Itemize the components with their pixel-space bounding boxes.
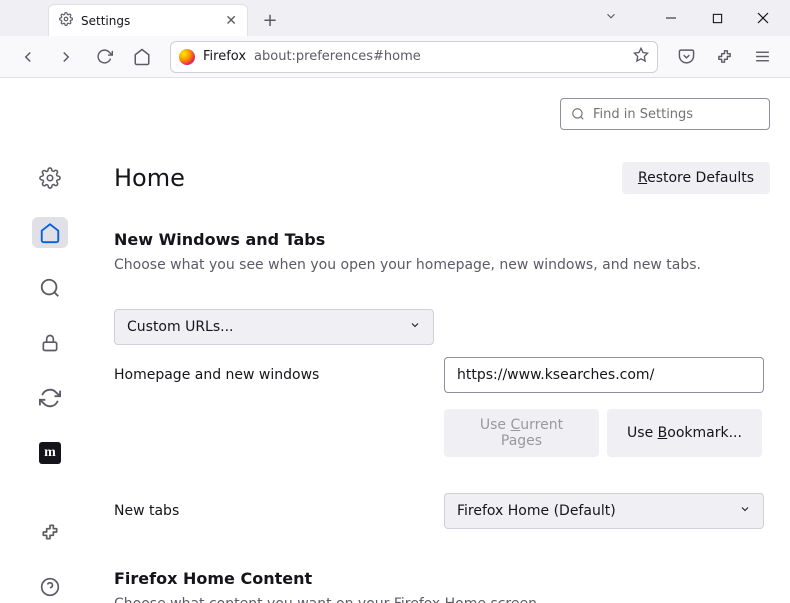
sidebar-item-home[interactable]	[32, 217, 68, 248]
sidebar-item-extensions[interactable]	[32, 517, 68, 548]
window-controls	[648, 4, 786, 32]
home-button[interactable]	[126, 41, 158, 73]
tab-title: Settings	[81, 14, 130, 28]
content-area: m Find in Settings Home Restore Defaults…	[0, 78, 790, 603]
section-desc-new-windows: Choose what you see when you open your h…	[114, 257, 770, 273]
forward-button[interactable]	[50, 41, 82, 73]
chevron-down-icon	[409, 319, 421, 335]
search-placeholder: Find in Settings	[593, 107, 693, 122]
newtabs-select[interactable]: Firefox Home (Default)	[444, 493, 764, 529]
extensions-button[interactable]	[708, 41, 740, 73]
minimize-button[interactable]	[648, 4, 694, 32]
star-icon[interactable]	[633, 47, 649, 67]
newtabs-value: Firefox Home (Default)	[457, 503, 616, 519]
sidebar-item-help[interactable]	[32, 572, 68, 603]
newtabs-label: New tabs	[114, 503, 444, 519]
sidebar-item-search[interactable]	[32, 272, 68, 303]
toolbar: Firefox about:preferences#home	[0, 36, 790, 78]
sidebar-item-sync[interactable]	[32, 383, 68, 414]
section-heading-home-content: Firefox Home Content	[114, 569, 770, 588]
url-bar[interactable]: Firefox about:preferences#home	[170, 41, 658, 73]
url-brand: Firefox	[203, 49, 246, 64]
close-window-button[interactable]	[740, 4, 786, 32]
sidebar: m	[0, 78, 100, 603]
pocket-button[interactable]	[670, 41, 702, 73]
page-title: Home	[114, 164, 185, 192]
homepage-mode-value: Custom URLs...	[127, 319, 234, 335]
sidebar-item-general[interactable]	[32, 162, 68, 193]
restore-defaults-button[interactable]: Restore Defaults	[622, 162, 770, 194]
tabs-dropdown-icon[interactable]	[604, 8, 618, 27]
close-icon[interactable]: ✕	[225, 13, 237, 29]
main-panel: Find in Settings Home Restore Defaults N…	[100, 78, 790, 603]
gear-icon	[59, 12, 73, 29]
sidebar-item-privacy[interactable]	[32, 327, 68, 358]
section-desc-home-content: Choose what content you want on your Fir…	[114, 596, 770, 603]
new-tab-button[interactable]: +	[256, 6, 284, 34]
homepage-url-input[interactable]	[444, 357, 764, 393]
chevron-down-icon	[739, 503, 751, 519]
maximize-button[interactable]	[694, 4, 740, 32]
firefox-logo-icon	[179, 49, 195, 65]
find-in-settings-input[interactable]: Find in Settings	[560, 98, 770, 130]
section-heading-new-windows: New Windows and Tabs	[114, 230, 770, 249]
url-text: about:preferences#home	[254, 49, 625, 64]
menu-button[interactable]	[746, 41, 778, 73]
use-current-pages-button[interactable]: Use Current Pages	[444, 409, 599, 457]
sidebar-item-mozilla[interactable]: m	[32, 438, 68, 469]
back-button[interactable]	[12, 41, 44, 73]
homepage-mode-select[interactable]: Custom URLs...	[114, 309, 434, 345]
homepage-label: Homepage and new windows	[114, 367, 444, 383]
tab-settings[interactable]: Settings ✕	[48, 4, 248, 36]
search-icon	[571, 107, 585, 121]
reload-button[interactable]	[88, 41, 120, 73]
use-bookmark-button[interactable]: Use Bookmark...	[607, 409, 762, 457]
